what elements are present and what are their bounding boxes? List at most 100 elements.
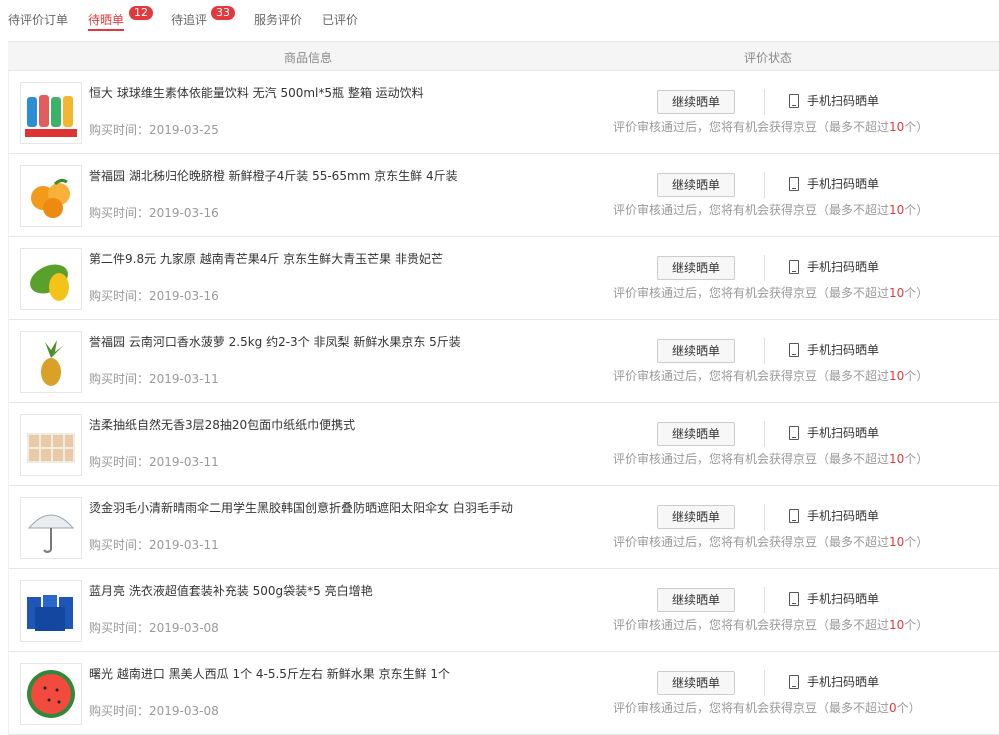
- product-name[interactable]: 蓝月亮 洗衣液超值套装补充装 500g袋装*5 亮白增艳: [89, 582, 373, 599]
- mobile-phone-icon: [789, 509, 799, 523]
- tissue-icon: [27, 433, 75, 463]
- mobile-scan-link[interactable]: 手机扫码晒单: [789, 92, 879, 109]
- product-name[interactable]: 誉福园 湖北秭归伦晚脐橙 新鲜橙子4斤装 55-65mm 京东生鲜 4斤装: [89, 167, 458, 184]
- max-beans-count: 10: [889, 203, 905, 217]
- column-header-status: 评价状态: [744, 51, 793, 65]
- max-beans-count: 10: [889, 618, 905, 632]
- mobile-phone-icon: [789, 592, 799, 606]
- max-beans-count: 10: [889, 452, 905, 466]
- product-name[interactable]: 第二件9.8元 九家原 越南青芒果4斤 京东生鲜大青玉芒果 非贵妃芒: [89, 250, 443, 267]
- mobile-scan-label: 手机扫码晒单: [807, 343, 880, 357]
- continue-showcase-button[interactable]: 继续晒单: [657, 671, 735, 695]
- purchase-time-label: 购买时间：: [89, 538, 150, 552]
- mobile-scan-label: 手机扫码晒单: [807, 260, 880, 274]
- purchase-date: 2019-03-11: [149, 455, 219, 469]
- pineapple-icon: [41, 340, 63, 386]
- purchase-time: 购买时间：2019-03-11: [89, 453, 219, 470]
- reward-note-suffix: 个）: [904, 452, 929, 466]
- reward-note-suffix: 个）: [904, 120, 929, 134]
- product-thumbnail[interactable]: [20, 82, 82, 144]
- column-header-product: 商品信息: [284, 51, 333, 65]
- continue-showcase-button[interactable]: 继续晒单: [657, 339, 735, 363]
- mobile-scan-link[interactable]: 手机扫码晒单: [789, 341, 879, 358]
- product-name[interactable]: 烫金羽毛小清新晴雨伞二用学生黑胶韩国创意折叠防晒遮阳太阳伞女 白羽毛手动: [89, 499, 513, 516]
- mobile-phone-icon: [789, 675, 799, 689]
- product-name[interactable]: 恒大 球球维生素体依能量饮料 无汽 500ml*5瓶 整箱 运动饮料: [89, 84, 424, 101]
- tab-label: 待追评: [171, 13, 208, 27]
- order-row: 恒大 球球维生素体依能量饮料 无汽 500ml*5瓶 整箱 运动饮料 购买时间：…: [8, 71, 999, 154]
- purchase-time-label: 购买时间：: [89, 289, 150, 303]
- product-thumbnail[interactable]: [20, 414, 82, 476]
- reward-note: 评价审核通过后，您将有机会获得京豆（最多不超过10个）: [613, 118, 928, 135]
- mobile-scan-link[interactable]: 手机扫码晒单: [789, 507, 879, 524]
- divider: [764, 504, 765, 530]
- mobile-scan-label: 手机扫码晒单: [807, 592, 880, 606]
- tab-service-review[interactable]: 服务评价: [254, 11, 302, 28]
- reward-note: 评价审核通过后，您将有机会获得京豆（最多不超过10个）: [613, 284, 928, 301]
- purchase-date: 2019-03-08: [149, 704, 219, 718]
- product-thumbnail[interactable]: [20, 331, 82, 393]
- orange-icon: [31, 178, 70, 218]
- purchase-date: 2019-03-08: [149, 621, 219, 635]
- purchase-time: 购买时间：2019-03-08: [89, 702, 219, 719]
- product-thumbnail[interactable]: [20, 248, 82, 310]
- reward-note: 评价审核通过后，您将有机会获得京豆（最多不超过10个）: [613, 450, 928, 467]
- tab-reviewed[interactable]: 已评价: [322, 11, 358, 28]
- reward-note-suffix: 个）: [904, 286, 929, 300]
- purchase-date: 2019-03-25: [149, 123, 219, 137]
- purchase-date: 2019-03-16: [149, 206, 219, 220]
- mobile-phone-icon: [789, 260, 799, 274]
- count-badge: 33: [211, 6, 235, 20]
- mobile-scan-link[interactable]: 手机扫码晒单: [789, 258, 879, 275]
- mobile-scan-link[interactable]: 手机扫码晒单: [789, 175, 879, 192]
- continue-showcase-button[interactable]: 继续晒单: [657, 505, 735, 529]
- divider: [764, 89, 765, 115]
- reward-note: 评价审核通过后，您将有机会获得京豆（最多不超过10个）: [613, 533, 928, 550]
- product-thumbnail[interactable]: [20, 497, 82, 559]
- tab-pending-followup[interactable]: 待追评 33: [171, 6, 235, 28]
- tab-pending-review[interactable]: 待评价订单: [8, 11, 68, 28]
- product-name[interactable]: 洁柔抽纸自然无香3层28抽20包面巾纸纸巾便携式: [89, 416, 355, 433]
- continue-showcase-button[interactable]: 继续晒单: [657, 90, 735, 114]
- tab-label: 服务评价: [254, 13, 303, 27]
- order-list: 恒大 球球维生素体依能量饮料 无汽 500ml*5瓶 整箱 运动饮料 购买时间：…: [8, 71, 999, 735]
- reward-note-suffix: 个）: [904, 369, 929, 383]
- product-thumbnail[interactable]: [20, 165, 82, 227]
- purchase-time-label: 购买时间：: [89, 372, 150, 386]
- purchase-time-label: 购买时间：: [89, 621, 150, 635]
- mobile-scan-link[interactable]: 手机扫码晒单: [789, 424, 879, 441]
- product-thumbnail[interactable]: [20, 663, 82, 725]
- purchase-time: 购买时间：2019-03-08: [89, 619, 219, 636]
- mango-icon: [30, 264, 69, 301]
- max-beans-count: 10: [889, 369, 905, 383]
- tab-pending-showcase[interactable]: 待晒单 12: [88, 6, 153, 31]
- purchase-time: 购买时间：2019-03-16: [89, 204, 219, 221]
- reward-note-prefix: 评价审核通过后，您将有机会获得京豆（最多不超过: [613, 701, 890, 715]
- mobile-scan-label: 手机扫码晒单: [807, 675, 880, 689]
- mobile-phone-icon: [789, 177, 799, 191]
- table-header: 商品信息 评价状态: [8, 41, 999, 71]
- purchase-time-label: 购买时间：: [89, 123, 150, 137]
- mobile-scan-link[interactable]: 手机扫码晒单: [789, 590, 879, 607]
- divider: [764, 670, 765, 696]
- product-name[interactable]: 曙光 越南进口 黑美人西瓜 1个 4-5.5斤左右 新鲜水果 京东生鲜 1个: [89, 665, 450, 682]
- continue-showcase-button[interactable]: 继续晒单: [657, 256, 735, 280]
- reward-note-prefix: 评价审核通过后，您将有机会获得京豆（最多不超过: [613, 369, 890, 383]
- tab-label: 已评价: [322, 13, 359, 27]
- watermelon-icon: [27, 670, 75, 718]
- reward-note-prefix: 评价审核通过后，您将有机会获得京豆（最多不超过: [613, 203, 890, 217]
- mobile-phone-icon: [789, 426, 799, 440]
- mobile-scan-link[interactable]: 手机扫码晒单: [789, 673, 879, 690]
- reward-note-suffix: 个）: [904, 203, 929, 217]
- divider: [764, 255, 765, 281]
- product-thumbnail[interactable]: [20, 580, 82, 642]
- order-row: 蓝月亮 洗衣液超值套装补充装 500g袋装*5 亮白增艳 购买时间：2019-0…: [8, 569, 999, 652]
- divider: [764, 587, 765, 613]
- count-badge: 12: [129, 6, 153, 20]
- continue-showcase-button[interactable]: 继续晒单: [657, 173, 735, 197]
- order-row: 誉福园 云南河口香水菠萝 2.5kg 约2-3个 非凤梨 新鲜水果京东 5斤装 …: [8, 320, 999, 403]
- reward-note: 评价审核通过后，您将有机会获得京豆（最多不超过10个）: [613, 367, 928, 384]
- continue-showcase-button[interactable]: 继续晒单: [657, 588, 735, 612]
- product-name[interactable]: 誉福园 云南河口香水菠萝 2.5kg 约2-3个 非凤梨 新鲜水果京东 5斤装: [89, 333, 461, 350]
- continue-showcase-button[interactable]: 继续晒单: [657, 422, 735, 446]
